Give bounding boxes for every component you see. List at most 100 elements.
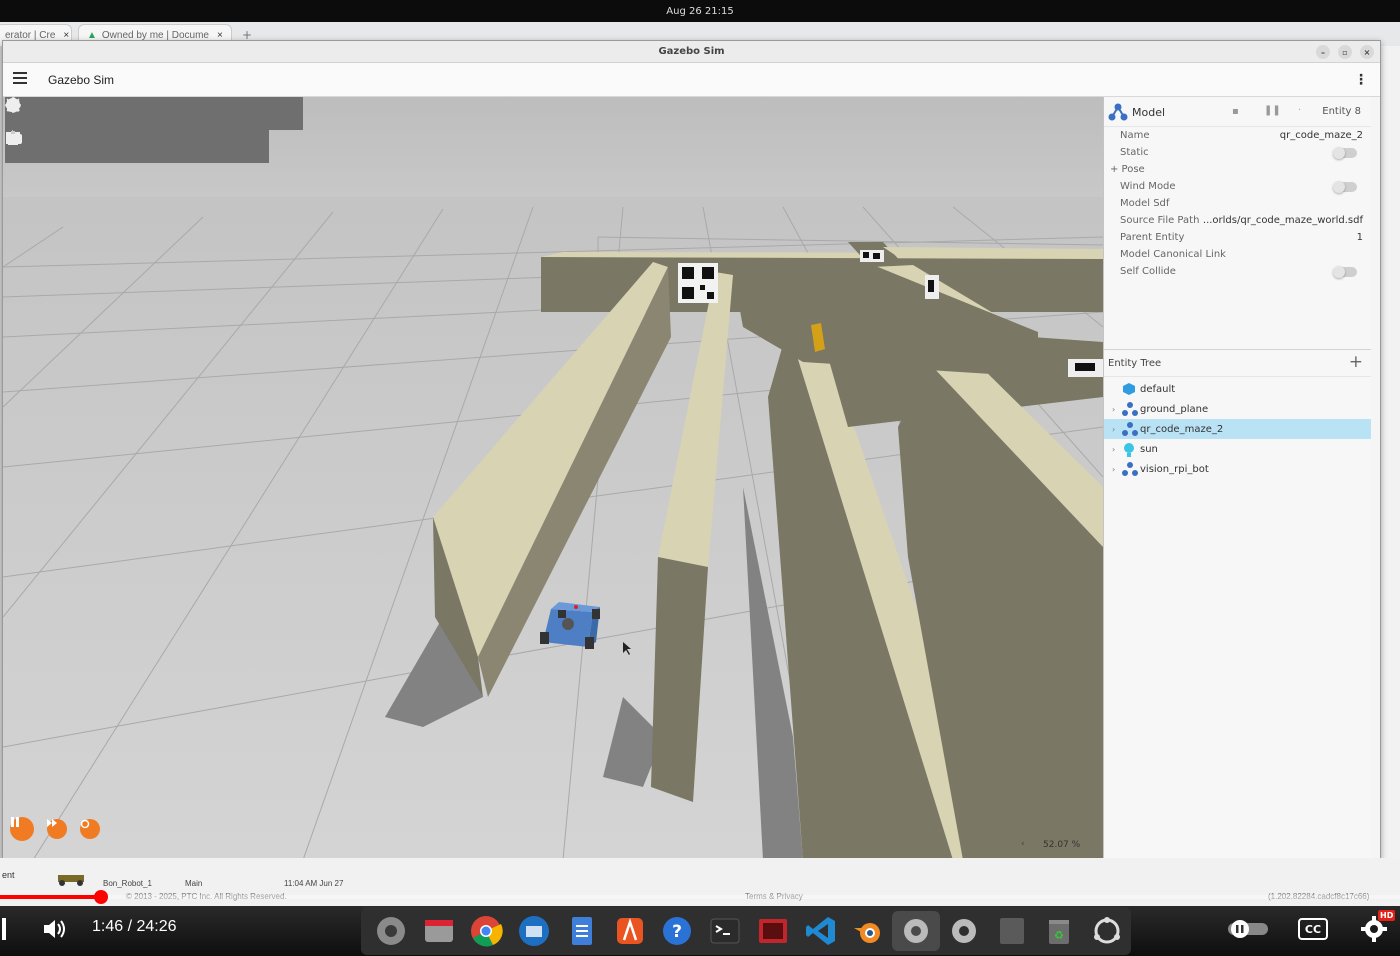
property-row-wind-mode: Wind Mode bbox=[1104, 178, 1371, 195]
scene-render bbox=[3, 97, 1103, 859]
close-window-icon[interactable]: × bbox=[1360, 45, 1374, 59]
trash-app-icon[interactable]: ♻ bbox=[1036, 911, 1084, 951]
tree-item-label: sun bbox=[1140, 443, 1158, 455]
window-titlebar[interactable]: Gazebo Sim – ▫ × bbox=[3, 41, 1380, 63]
property-key: Wind Mode bbox=[1120, 181, 1176, 192]
maximize-icon[interactable]: ▫ bbox=[1338, 45, 1352, 59]
rotate-icon[interactable] bbox=[7, 130, 104, 163]
play-pause-icon[interactable] bbox=[2, 918, 6, 940]
property-key: Name bbox=[1120, 130, 1150, 141]
thunderbird-app-icon[interactable] bbox=[510, 911, 558, 951]
property-key: Model Canonical Link bbox=[1120, 249, 1226, 260]
directional-light-icon[interactable] bbox=[5, 97, 269, 130]
capsule-icon[interactable] bbox=[9, 98, 170, 130]
row-user: Main bbox=[185, 879, 203, 888]
property-value: 1 bbox=[1356, 232, 1363, 243]
translate-icon[interactable] bbox=[6, 131, 71, 163]
property-value: ...orlds/qr_code_maze_world.sdf bbox=[1202, 215, 1363, 226]
property-key: Source File Path bbox=[1120, 215, 1200, 226]
row-date: 11:04 AM Jun 27 bbox=[284, 879, 344, 888]
property-value[interactable]: qr_code_maze_2 bbox=[1280, 130, 1363, 141]
captions-button[interactable]: CC bbox=[1298, 918, 1328, 940]
help-app-icon[interactable]: ? bbox=[654, 911, 702, 951]
tree-item-default[interactable]: default bbox=[1104, 379, 1371, 399]
chevron-right-icon[interactable]: › bbox=[1112, 465, 1115, 474]
component-inspector-header: Model ▪ ❚❚ · Entity 8 bbox=[1104, 97, 1371, 127]
property-row-canonical-link: Model Canonical Link bbox=[1104, 246, 1371, 263]
vscode-app-icon[interactable] bbox=[797, 911, 845, 951]
property-key: Static bbox=[1120, 147, 1149, 158]
copy-icon[interactable] bbox=[8, 131, 236, 163]
minimize-icon[interactable]: – bbox=[1316, 45, 1330, 59]
property-row-model-sdf: Model Sdf bbox=[1104, 195, 1371, 212]
property-row-pose[interactable]: + Pose bbox=[1104, 161, 1371, 178]
pause-updates-icon[interactable]: ❚❚ bbox=[1264, 105, 1281, 116]
robot-thumbnail-icon bbox=[58, 875, 84, 886]
add-entity-icon[interactable]: + bbox=[1349, 352, 1363, 372]
property-key[interactable]: + Pose bbox=[1110, 164, 1145, 175]
spot-light-icon[interactable] bbox=[7, 98, 302, 130]
files-app-icon[interactable] bbox=[415, 911, 463, 951]
video-progress-bar[interactable] bbox=[0, 890, 1400, 904]
paste-icon[interactable] bbox=[8, 131, 269, 163]
sphere-icon[interactable] bbox=[6, 98, 71, 130]
clock[interactable]: Aug 26 21:15 bbox=[666, 6, 733, 17]
cylinder-icon[interactable] bbox=[8, 98, 137, 130]
chevron-left-icon[interactable]: ‹ bbox=[1021, 839, 1025, 849]
self-collide-toggle[interactable] bbox=[1333, 265, 1357, 278]
text-editor-app-icon[interactable] bbox=[558, 911, 606, 951]
ellipsoid-icon[interactable] bbox=[6, 98, 203, 130]
window-title: Gazebo Sim bbox=[658, 46, 725, 57]
system-monitor-app-icon[interactable] bbox=[749, 911, 797, 951]
grid-icon[interactable] bbox=[6, 131, 170, 163]
tree-item-vision-rpi-bot[interactable]: › vision_rpi_bot bbox=[1104, 459, 1371, 479]
blender-app-icon[interactable] bbox=[845, 911, 893, 951]
tree-item-sun[interactable]: › sun bbox=[1104, 439, 1371, 459]
svg-text:?: ? bbox=[672, 922, 682, 942]
light-bulb-icon bbox=[1124, 443, 1134, 457]
terminal-app-icon[interactable] bbox=[701, 911, 749, 951]
browser-edge bbox=[1380, 46, 1400, 906]
camera-icon[interactable] bbox=[6, 131, 203, 163]
chevron-right-icon[interactable]: › bbox=[1112, 445, 1115, 454]
more-options-icon[interactable]: ⋮ bbox=[1354, 72, 1368, 88]
hamburger-menu-icon[interactable] bbox=[13, 72, 27, 86]
wind-mode-toggle[interactable] bbox=[1333, 180, 1357, 193]
chevron-right-icon[interactable]: › bbox=[1112, 425, 1115, 434]
pause-button[interactable] bbox=[10, 817, 34, 841]
model-icon bbox=[1122, 402, 1138, 416]
row-name[interactable]: Bon_Robot_1 bbox=[103, 879, 152, 888]
gear-app-icon[interactable] bbox=[940, 911, 988, 951]
entity-tree-title: Entity Tree bbox=[1108, 358, 1162, 369]
screen: Aug 26 21:15 erator | Cre × ▲ Owned by m… bbox=[0, 0, 1400, 956]
static-toggle[interactable] bbox=[1333, 146, 1357, 159]
property-key: Model Sdf bbox=[1120, 198, 1170, 209]
cone-icon[interactable] bbox=[7, 98, 104, 130]
app-title: Gazebo Sim bbox=[48, 73, 115, 87]
step-button[interactable] bbox=[47, 819, 67, 839]
show-apps-icon[interactable] bbox=[1083, 911, 1131, 951]
tree-item-label: qr_code_maze_2 bbox=[1140, 423, 1224, 435]
property-key: Parent Entity bbox=[1120, 232, 1185, 243]
tree-item-ground-plane[interactable]: › ground_plane bbox=[1104, 399, 1371, 419]
lock-icon[interactable]: ▪ bbox=[1232, 106, 1239, 117]
scene-3d-viewport[interactable]: ‹ 52.07 % bbox=[3, 97, 1103, 859]
property-key: Self Collide bbox=[1120, 266, 1176, 277]
tree-item-label: ground_plane bbox=[1140, 403, 1209, 415]
volume-icon[interactable] bbox=[42, 917, 70, 941]
gazebo-app-icon[interactable] bbox=[892, 911, 940, 951]
reset-button[interactable] bbox=[80, 819, 100, 839]
disk-app-icon[interactable] bbox=[988, 911, 1036, 951]
tree-item-label: default bbox=[1140, 383, 1176, 395]
chrome-app-icon[interactable] bbox=[463, 911, 511, 951]
video-progress-played bbox=[0, 895, 101, 899]
autoplay-toggle-icon[interactable] bbox=[1226, 919, 1270, 939]
video-scrubber-handle[interactable] bbox=[93, 890, 108, 904]
sun-light-icon[interactable] bbox=[5, 97, 236, 130]
snap-icon[interactable] bbox=[7, 131, 137, 163]
chevron-right-icon[interactable]: › bbox=[1112, 405, 1115, 414]
tree-item-qr-code-maze[interactable]: › qr_code_maze_2 bbox=[1104, 419, 1371, 439]
app-center-icon[interactable] bbox=[606, 911, 654, 951]
hd-badge: HD bbox=[1378, 910, 1396, 921]
settings-app-icon[interactable] bbox=[367, 911, 415, 951]
